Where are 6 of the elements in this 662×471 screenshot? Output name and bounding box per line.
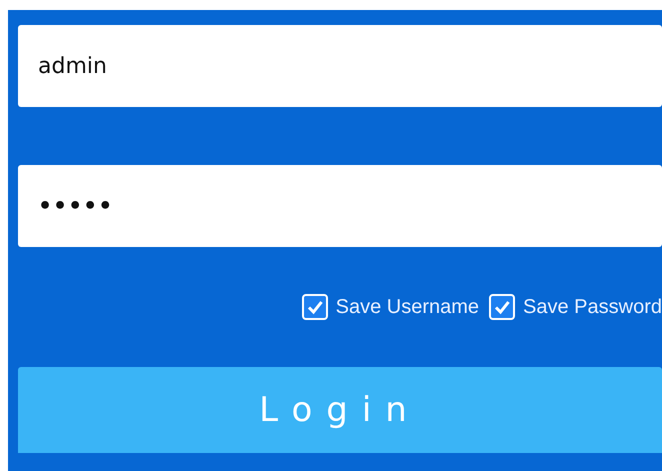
username-field[interactable]: admin — [18, 25, 662, 107]
checkbox[interactable] — [489, 294, 516, 320]
checkbox[interactable] — [302, 294, 328, 320]
checkbox-label: Save Password — [523, 296, 662, 318]
password-field[interactable]: ••••• — [18, 165, 662, 247]
checkbox-label: Save Username — [336, 296, 480, 318]
